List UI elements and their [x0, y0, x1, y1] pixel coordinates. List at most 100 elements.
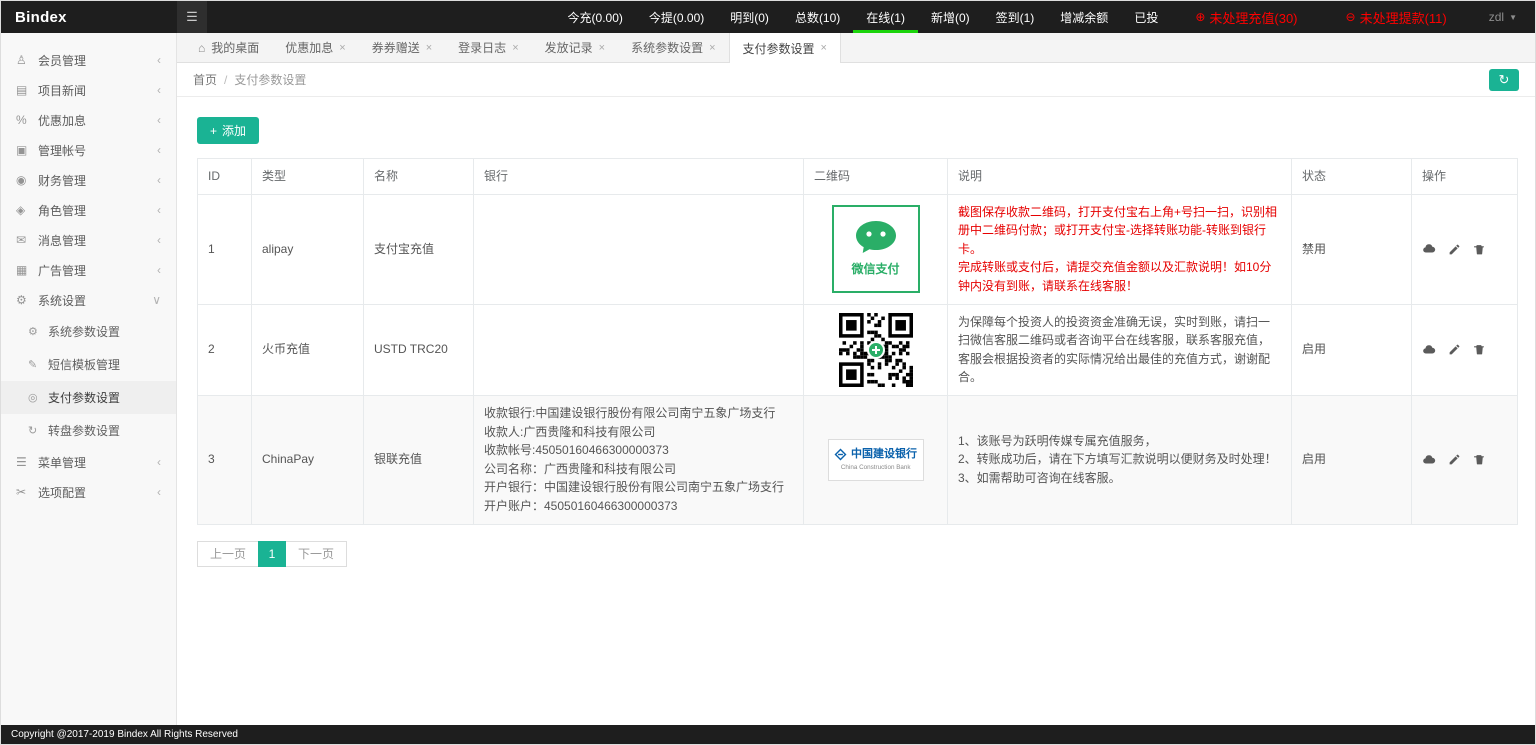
rotate-icon: ↻	[28, 424, 48, 437]
pending-withdraw-alert[interactable]: ⊖ 未处理提款(11)	[1322, 1, 1471, 33]
ccb-diamond-icon	[834, 448, 847, 461]
stat-online[interactable]: 在线(1)	[853, 1, 918, 33]
delete-trash-icon[interactable]	[1473, 453, 1486, 466]
sidebar-item-system-settings[interactable]: ⚙ 系统设置 ∨	[1, 285, 176, 315]
sidebar-item-system-params[interactable]: ⚙ 系统参数设置	[1, 315, 176, 348]
delete-trash-icon[interactable]	[1473, 243, 1486, 256]
tab-coupon-gift[interactable]: 券券赠送 ×	[359, 33, 445, 62]
chevron-left-icon: ‹	[157, 485, 161, 499]
cell-type: ChinaPay	[252, 395, 364, 524]
tab-payment-params[interactable]: 支付参数设置 ×	[729, 33, 841, 63]
tab-system-params[interactable]: 系统参数设置 ×	[618, 33, 728, 62]
ccb-bank-logo: 中国建设银行 China Construction Bank	[828, 439, 924, 481]
close-icon[interactable]: ×	[426, 42, 432, 54]
sidebar-toggle-button[interactable]: ☰	[177, 1, 207, 33]
wechat-pay-logo: 微信支付	[832, 205, 920, 293]
shield-icon: ◈	[16, 203, 38, 217]
edit-pencil-icon[interactable]	[1448, 243, 1461, 256]
cell-type: 火币充值	[252, 304, 364, 395]
col-header-type: 类型	[252, 159, 364, 195]
coin-icon: ◉	[16, 173, 38, 187]
pagination: 上一页 1 下一页	[197, 541, 1515, 567]
stat-new[interactable]: 新增(0)	[918, 1, 983, 33]
upload-cloud-icon[interactable]	[1422, 453, 1436, 467]
news-icon: ▤	[16, 83, 38, 97]
refresh-button[interactable]: ↻	[1489, 69, 1519, 91]
sidebar-item-menu-management[interactable]: ☰ 菜单管理 ‹	[1, 447, 176, 477]
close-icon[interactable]: ×	[512, 42, 518, 54]
sidebar: ♙ 会员管理 ‹ ▤ 项目新闻 ‹ % 优惠加息 ‹ ▣ 管理帐号 ‹ ◉ 财务	[1, 33, 177, 725]
sidebar-item-admin-accounts[interactable]: ▣ 管理帐号 ‹	[1, 135, 176, 165]
tab-grant-records[interactable]: 发放记录 ×	[532, 33, 618, 62]
next-page-button[interactable]: 下一页	[286, 541, 347, 567]
sidebar-item-project-news[interactable]: ▤ 项目新闻 ‹	[1, 75, 176, 105]
close-icon[interactable]: ×	[821, 42, 827, 54]
stat-invested[interactable]: 已投	[1121, 1, 1171, 33]
sidebar-item-sms-templates[interactable]: ✎ 短信模板管理	[1, 348, 176, 381]
sidebar-item-options-config[interactable]: ✂ 选项配置 ‹	[1, 477, 176, 507]
app-window: Bindex ☰ 今充(0.00) 今提(0.00) 明到(0) 总数(10) …	[0, 0, 1536, 745]
delete-trash-icon[interactable]	[1473, 343, 1486, 356]
username: zdl	[1489, 10, 1504, 24]
hamburger-icon: ☰	[186, 9, 198, 24]
sidebar-item-messages[interactable]: ✉ 消息管理 ‹	[1, 225, 176, 255]
main-area: ♙ 会员管理 ‹ ▤ 项目新闻 ‹ % 优惠加息 ‹ ▣ 管理帐号 ‹ ◉ 财务	[1, 33, 1535, 725]
edit-pencil-icon[interactable]	[1448, 453, 1461, 466]
close-icon[interactable]: ×	[709, 42, 715, 54]
person-icon: ♙	[16, 53, 38, 67]
upload-cloud-icon[interactable]	[1422, 343, 1436, 357]
col-header-bank: 银行	[474, 159, 804, 195]
upload-cloud-icon[interactable]	[1422, 242, 1436, 256]
sidebar-item-payment-params[interactable]: ◎ 支付参数设置	[1, 381, 176, 414]
wechat-bubble-icon	[854, 219, 898, 257]
sidebar-item-roles[interactable]: ◈ 角色管理 ‹	[1, 195, 176, 225]
tab-my-desktop[interactable]: ⌂ 我的桌面	[185, 33, 272, 62]
breadcrumb-home[interactable]: 首页	[193, 71, 217, 88]
cell-type: alipay	[252, 194, 364, 304]
tab-bar: ⌂ 我的桌面 优惠加息 × 券券赠送 × 登录日志 × 发放记录 ×	[177, 33, 1535, 63]
close-icon[interactable]: ×	[339, 42, 345, 54]
wechat-pay-caption: 微信支付	[851, 260, 899, 279]
refresh-icon: ↻	[1499, 72, 1510, 87]
id-card-icon: ▣	[16, 143, 38, 157]
tab-promo-interest[interactable]: 优惠加息 ×	[272, 33, 358, 62]
stat-today-recharge[interactable]: 今充(0.00)	[555, 1, 636, 33]
stat-due-tomorrow[interactable]: 明到(0)	[717, 1, 782, 33]
chevron-left-icon: ‹	[157, 83, 161, 97]
prev-page-button[interactable]: 上一页	[197, 541, 258, 567]
cell-description: 为保障每个投资人的投资资金准确无误，实时到账，请扫一扫微信客服二维码或者咨询平台…	[948, 304, 1292, 395]
cell-description: 1、该账号为跃明传媒专属充值服务， 2、转账成功后，请在下方填写汇款说明以便财务…	[948, 395, 1292, 524]
payment-params-table: ID 类型 名称 银行 二维码 说明 状态 操作 1	[197, 158, 1518, 525]
table-row: 1 alipay 支付宝充值	[198, 194, 1518, 304]
pending-recharge-alert[interactable]: ⊕ 未处理充值(30)	[1171, 1, 1321, 33]
page-number-button[interactable]: 1	[258, 541, 286, 567]
table-header-row: ID 类型 名称 银行 二维码 说明 状态 操作	[198, 159, 1518, 195]
stat-adjust-balance[interactable]: 增减余额	[1047, 1, 1121, 33]
sidebar-item-wheel-params[interactable]: ↻ 转盘参数设置	[1, 414, 176, 447]
page-body: + 添加 ID 类型 名称 银行 二维码	[177, 97, 1535, 725]
col-header-status: 状态	[1292, 159, 1412, 195]
topbar-stats: 今充(0.00) 今提(0.00) 明到(0) 总数(10) 在线(1) 新增(…	[555, 1, 1172, 33]
tab-login-log[interactable]: 登录日志 ×	[445, 33, 531, 62]
sidebar-item-ads[interactable]: ▦ 广告管理 ‹	[1, 255, 176, 285]
chevron-left-icon: ‹	[157, 53, 161, 67]
user-menu[interactable]: zdl ▼	[1471, 1, 1535, 33]
chevron-left-icon: ‹	[157, 203, 161, 217]
cell-bank	[474, 304, 804, 395]
stat-total[interactable]: 总数(10)	[782, 1, 853, 33]
home-icon: ⌂	[198, 41, 205, 55]
breadcrumb: 首页 / 支付参数设置 ↻	[177, 63, 1535, 97]
close-icon[interactable]: ×	[599, 42, 605, 54]
cell-name: 银联充值	[364, 395, 474, 524]
sidebar-item-promo-interest[interactable]: % 优惠加息 ‹	[1, 105, 176, 135]
edit-pencil-icon[interactable]	[1448, 343, 1461, 356]
add-button[interactable]: + 添加	[197, 117, 259, 144]
gear-icon: ⚙	[16, 293, 38, 307]
cell-description: 截图保存收款二维码，打开支付宝右上角+号扫一扫，识别相册中二维码付款；或打开支付…	[948, 194, 1292, 304]
stat-today-withdraw[interactable]: 今提(0.00)	[636, 1, 717, 33]
sidebar-item-finance[interactable]: ◉ 财务管理 ‹	[1, 165, 176, 195]
sidebar-item-members[interactable]: ♙ 会员管理 ‹	[1, 45, 176, 75]
stat-signin[interactable]: 签到(1)	[983, 1, 1048, 33]
cell-actions	[1412, 395, 1518, 524]
plus-icon: +	[210, 124, 217, 138]
